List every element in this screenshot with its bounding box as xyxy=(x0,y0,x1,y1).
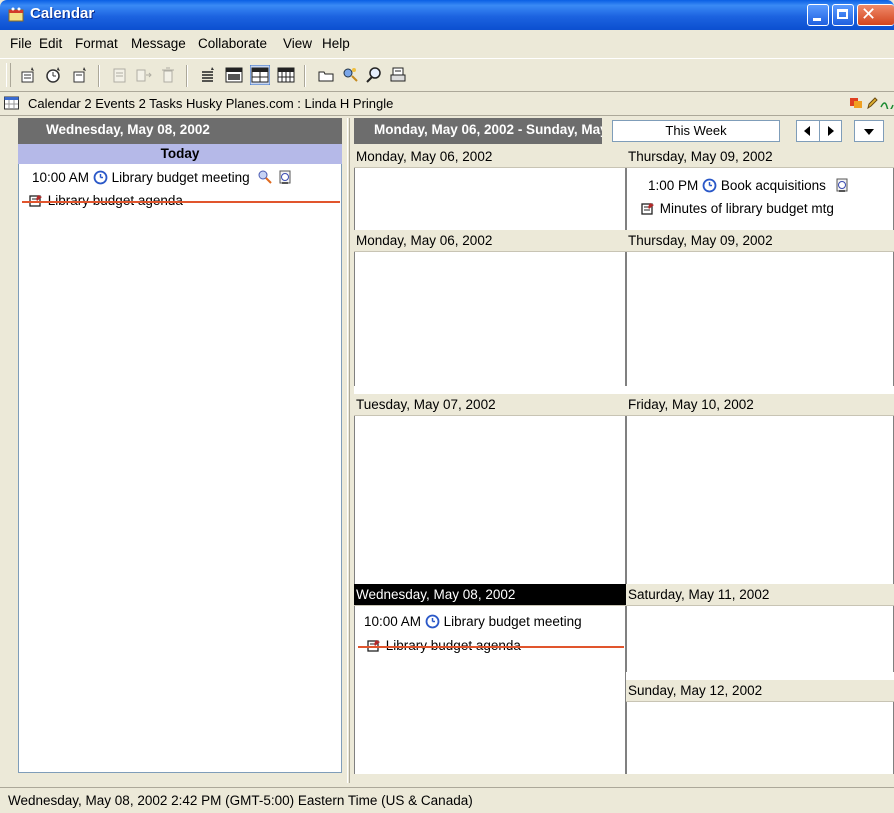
day-label-wednesday[interactable]: Wednesday, May 08, 2002 xyxy=(354,584,626,606)
day-cell-wednesday[interactable] xyxy=(354,606,626,774)
menu-collaborate[interactable]: Collaborate xyxy=(198,36,267,51)
thursday-task-title: Minutes of library budget mtg xyxy=(659,201,834,216)
context-summary: Calendar 2 Events 2 Tasks Husky Planes.c… xyxy=(28,96,394,111)
week-view-icon[interactable] xyxy=(250,65,270,85)
address-book-icon[interactable] xyxy=(340,65,360,85)
week-range-title: Monday, May 06, 2002 - Sunday, May 12, 2… xyxy=(374,122,602,137)
new-note-icon[interactable] xyxy=(70,65,90,85)
menu-file[interactable]: File xyxy=(10,36,32,51)
clock-icon xyxy=(425,614,440,629)
status-bar: Wednesday, May 08, 2002 2:42 PM (GMT-5:0… xyxy=(0,787,894,813)
maximize-icon xyxy=(837,9,848,19)
wednesday-event-title: Library budget meeting xyxy=(443,614,582,629)
open-item-icon[interactable] xyxy=(110,65,130,85)
task-icon xyxy=(641,203,654,215)
previous-week-button[interactable] xyxy=(797,121,820,141)
day-label-friday[interactable]: Friday, May 10, 2002 xyxy=(626,394,894,416)
thursday-event-item[interactable]: 1:00 PM Book acquisitions xyxy=(648,177,850,193)
toolbar-separator xyxy=(186,65,188,87)
status-text: Wednesday, May 08, 2002 2:42 PM (GMT-5:0… xyxy=(8,793,473,808)
minimize-icon xyxy=(813,18,821,21)
day-label-monday[interactable]: Monday, May 06, 2002 xyxy=(354,230,626,252)
delete-icon[interactable] xyxy=(158,65,178,85)
new-appointment-icon[interactable] xyxy=(44,65,64,85)
week-range-header: Monday, May 06, 2002 - Sunday, May 12, 2… xyxy=(354,118,602,144)
pencil-icon[interactable] xyxy=(865,97,879,109)
calendar-window: Calendar ✕ File Edit Format Message Coll… xyxy=(0,0,894,813)
view-range-select[interactable]: This Week xyxy=(612,120,780,142)
menu-view[interactable]: View xyxy=(283,36,312,51)
window-title: Calendar xyxy=(30,5,95,22)
toolbar-separator xyxy=(98,65,100,87)
pane-splitter[interactable] xyxy=(342,118,354,783)
toolbar xyxy=(0,58,894,92)
thursday-task-item[interactable]: Minutes of library budget mtg xyxy=(640,201,834,216)
maximize-button[interactable] xyxy=(832,4,854,26)
arrow-right-icon xyxy=(828,126,834,136)
completed-strikethrough xyxy=(358,646,624,648)
left-event-item[interactable]: 10:00 AM Library budget meeting xyxy=(32,169,293,185)
menu-help[interactable]: Help xyxy=(322,36,350,51)
clock-icon xyxy=(93,170,108,185)
day-cell-friday[interactable] xyxy=(626,416,894,584)
chevron-down-icon xyxy=(864,129,874,135)
list-view-icon[interactable] xyxy=(198,65,218,85)
day-label-monday-top[interactable]: Monday, May 06, 2002 xyxy=(354,146,626,168)
day-label-thursday[interactable]: Thursday, May 09, 2002 xyxy=(626,230,894,252)
new-task-icon[interactable] xyxy=(18,65,38,85)
menu-format[interactable]: Format xyxy=(75,36,118,51)
folder-icon[interactable] xyxy=(316,65,336,85)
wednesday-event-time: 10:00 AM xyxy=(364,614,422,629)
proxy-icon[interactable] xyxy=(849,97,863,109)
selected-day-title: Wednesday, May 08, 2002 xyxy=(46,122,210,137)
calendar-app-icon xyxy=(8,7,24,22)
today-label: Today xyxy=(18,144,342,164)
thursday-event-time: 1:00 PM xyxy=(648,178,699,193)
left-event-time: 10:00 AM xyxy=(32,170,90,185)
day-cell-saturday[interactable] xyxy=(626,606,894,672)
clock-icon xyxy=(702,178,717,193)
completed-strikethrough xyxy=(22,201,340,203)
find-icon[interactable] xyxy=(364,65,384,85)
day-pane[interactable] xyxy=(18,162,342,773)
calendar-icon xyxy=(4,96,19,110)
day-label-tuesday[interactable]: Tuesday, May 07, 2002 xyxy=(354,394,626,416)
minimize-button[interactable] xyxy=(807,4,829,26)
selected-day-header: Wednesday, May 08, 2002 xyxy=(18,118,342,144)
menu-edit[interactable]: Edit xyxy=(39,36,62,51)
day-cell-tuesday[interactable] xyxy=(354,416,626,584)
toolbar-grip[interactable] xyxy=(6,63,11,87)
recurring-icon xyxy=(258,170,273,184)
date-picker-button[interactable] xyxy=(854,120,884,142)
toolbar-separator xyxy=(304,65,306,87)
menu-message[interactable]: Message xyxy=(131,36,186,51)
day-view-icon[interactable] xyxy=(224,65,244,85)
month-view-icon[interactable] xyxy=(276,65,296,85)
alarm-icon xyxy=(279,170,291,184)
left-event-title: Library budget meeting xyxy=(111,170,250,185)
week-grid: Monday, May 06, 2002 Tuesday, May 07, 20… xyxy=(354,146,894,774)
forward-icon[interactable] xyxy=(134,65,154,85)
menu-bar: File Edit Format Message Collaborate Vie… xyxy=(0,30,894,58)
next-week-button[interactable] xyxy=(820,121,841,141)
print-icon[interactable] xyxy=(388,65,408,85)
wednesday-event-item[interactable]: 10:00 AM Library budget meeting xyxy=(364,614,582,629)
week-nav-buttons xyxy=(796,120,842,142)
arrow-left-icon xyxy=(804,126,810,136)
close-button[interactable]: ✕ xyxy=(857,4,894,26)
day-cell-monday[interactable] xyxy=(354,146,626,386)
close-icon: ✕ xyxy=(861,4,877,25)
day-label-saturday[interactable]: Saturday, May 11, 2002 xyxy=(626,584,894,606)
day-cell-sunday[interactable] xyxy=(626,702,894,774)
day-label-sunday[interactable]: Sunday, May 12, 2002 xyxy=(626,680,894,702)
title-bar[interactable]: Calendar ✕ xyxy=(0,0,894,30)
context-bar: Calendar 2 Events 2 Tasks Husky Planes.c… xyxy=(0,92,894,116)
alarm-icon xyxy=(836,178,848,192)
day-label-thursday-top[interactable]: Thursday, May 09, 2002 xyxy=(626,146,894,168)
thursday-event-title: Book acquisitions xyxy=(720,178,826,193)
signature-icon[interactable] xyxy=(880,97,894,109)
